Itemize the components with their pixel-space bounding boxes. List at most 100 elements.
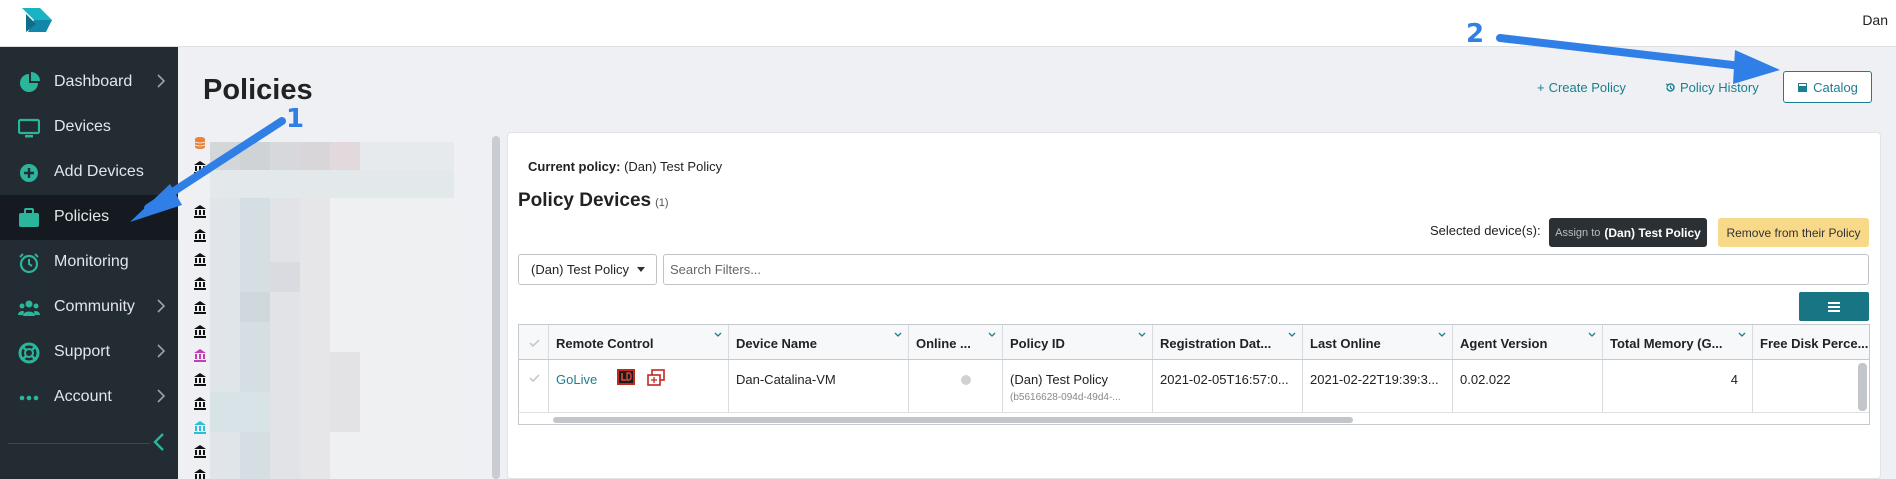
grid-vertical-scrollbar[interactable] — [1858, 363, 1867, 411]
sidebar-item-monitoring[interactable]: Monitoring — [0, 240, 178, 285]
device-count: (1) — [655, 197, 669, 209]
search-filters-input[interactable] — [663, 254, 1869, 285]
catalog-button[interactable]: Catalog — [1783, 71, 1872, 103]
life-ring-icon — [18, 342, 40, 364]
sidebar-item-label: Add Devices — [54, 163, 144, 180]
remote-control-cell: GoLive — [549, 360, 729, 412]
sidebar-item-label: Devices — [54, 118, 111, 135]
chevron-right-icon — [157, 344, 166, 358]
policy-tree — [190, 132, 490, 479]
create-policy-link[interactable]: + Create Policy — [1537, 80, 1626, 95]
sidebar-item-account[interactable]: Account — [0, 375, 178, 420]
sidebar-item-devices[interactable]: Devices — [0, 105, 178, 150]
assign-prefix: Assign to — [1555, 226, 1601, 239]
institution-icon[interactable] — [193, 468, 207, 479]
selected-devices-label: Selected device(s): — [1430, 223, 1541, 238]
offline-status-dot — [961, 375, 971, 385]
create-policy-label: Create Policy — [1548, 80, 1626, 95]
column-header-registration-date[interactable]: Registration Dat... — [1153, 325, 1303, 359]
chevron-down-icon[interactable] — [1138, 332, 1146, 338]
screen-share-icon[interactable] — [647, 369, 665, 387]
policy-filter-select[interactable]: (Dan) Test Policy — [518, 254, 657, 285]
assign-target: (Dan) Test Policy — [1604, 225, 1701, 240]
free-disk-cell — [1753, 360, 1869, 412]
collapse-sidebar-icon[interactable] — [152, 432, 166, 452]
sidebar-item-policies[interactable]: Policies — [0, 195, 178, 240]
chevron-right-icon — [157, 389, 166, 403]
column-header-policy-id[interactable]: Policy ID — [1003, 325, 1153, 359]
policy-filter-value: (Dan) Test Policy — [531, 262, 630, 277]
sidebar-item-label: Dashboard — [54, 73, 133, 90]
institution-icon[interactable] — [193, 300, 207, 314]
column-header-free-disk[interactable]: Free Disk Perce... — [1753, 325, 1869, 359]
sidebar-item-dashboard[interactable]: Dashboard — [0, 60, 178, 105]
device-name-cell: Dan-Catalina-VM — [729, 360, 909, 412]
redacted-tree-labels — [210, 142, 454, 479]
remove-from-policy-button[interactable]: Remove from their Policy — [1718, 218, 1869, 247]
agent-version-cell: 0.02.022 — [1453, 360, 1603, 412]
caret-down-icon — [637, 267, 646, 272]
column-label: Free Disk Perce... — [1760, 336, 1869, 351]
column-label: Registration Dat... — [1160, 336, 1272, 351]
sidebar-item-support[interactable]: Support — [0, 330, 178, 375]
monitor-icon — [18, 118, 40, 138]
institution-icon[interactable] — [193, 160, 207, 174]
institution-icon[interactable] — [193, 228, 207, 242]
institution-icon[interactable] — [193, 396, 207, 410]
institution-icon[interactable] — [193, 420, 207, 434]
table-row[interactable]: GoLive Dan-Catalina-VM (Dan) Test Policy… — [519, 360, 1869, 413]
chevron-right-icon — [157, 299, 166, 313]
column-header-last-online[interactable]: Last Online — [1303, 325, 1453, 359]
chevron-down-icon[interactable] — [1588, 332, 1596, 338]
column-header-remote-control[interactable]: Remote Control — [549, 325, 729, 359]
check-icon — [529, 339, 540, 347]
row-select-cell[interactable] — [519, 360, 549, 412]
chevron-down-icon[interactable] — [1438, 332, 1446, 338]
sidebar-item-add-devices[interactable]: Add Devices — [0, 150, 178, 195]
history-icon — [1665, 83, 1675, 92]
policy-panel — [507, 132, 1881, 479]
institution-icon[interactable] — [193, 444, 207, 458]
chevron-down-icon[interactable] — [1288, 332, 1296, 338]
grid-horizontal-scrollbar[interactable] — [553, 417, 1353, 423]
institution-icon[interactable] — [193, 204, 207, 218]
institution-icon[interactable] — [193, 372, 207, 386]
chevron-right-icon — [157, 74, 166, 88]
remote-desktop-icon[interactable] — [617, 369, 635, 385]
policy-history-link[interactable]: Policy History — [1665, 80, 1759, 95]
chevron-down-icon[interactable] — [714, 332, 722, 338]
sidebar-item-label: Support — [54, 343, 111, 360]
pie-chart-icon — [20, 72, 40, 92]
briefcase-icon — [19, 208, 39, 227]
current-policy-label: Current policy: — [528, 159, 621, 174]
column-menu-button[interactable] — [1799, 292, 1869, 321]
current-policy: Current policy: (Dan) Test Policy — [528, 159, 722, 174]
annotation-marker-2: 2 — [1466, 19, 1485, 49]
golive-link[interactable]: GoLive — [556, 372, 597, 387]
institution-icon[interactable] — [193, 348, 207, 362]
grid-header: Remote Control Device Name Online ... Po… — [519, 325, 1869, 360]
policy-id-uuid: (b5616628-094d-49d4-... — [1010, 392, 1121, 403]
user-menu[interactable]: Dan — [1862, 12, 1888, 28]
chevron-down-icon[interactable] — [1738, 332, 1746, 338]
app-logo-icon[interactable] — [20, 6, 54, 34]
column-header-agent-version[interactable]: Agent Version — [1453, 325, 1603, 359]
column-header-total-memory[interactable]: Total Memory (G... — [1603, 325, 1753, 359]
chevron-down-icon[interactable] — [988, 332, 996, 338]
chevron-down-icon[interactable] — [894, 332, 902, 338]
column-header-device-name[interactable]: Device Name — [729, 325, 909, 359]
book-icon — [1798, 82, 1808, 92]
sidebar-item-label: Account — [54, 388, 112, 405]
sidebar-item-community[interactable]: Community — [0, 285, 178, 330]
institution-icon[interactable] — [193, 276, 207, 290]
assign-to-policy-button[interactable]: Assign to (Dan) Test Policy — [1549, 218, 1707, 247]
annotation-marker-1: 1 — [286, 104, 305, 134]
column-header-online[interactable]: Online ... — [909, 325, 1003, 359]
select-all-header[interactable] — [519, 325, 549, 359]
institution-icon[interactable] — [193, 324, 207, 338]
page-title: Policies — [203, 74, 313, 106]
hamburger-icon — [1828, 301, 1840, 312]
institution-icon[interactable] — [193, 252, 207, 266]
tree-scrollbar[interactable] — [492, 136, 500, 479]
database-icon[interactable] — [193, 136, 207, 150]
